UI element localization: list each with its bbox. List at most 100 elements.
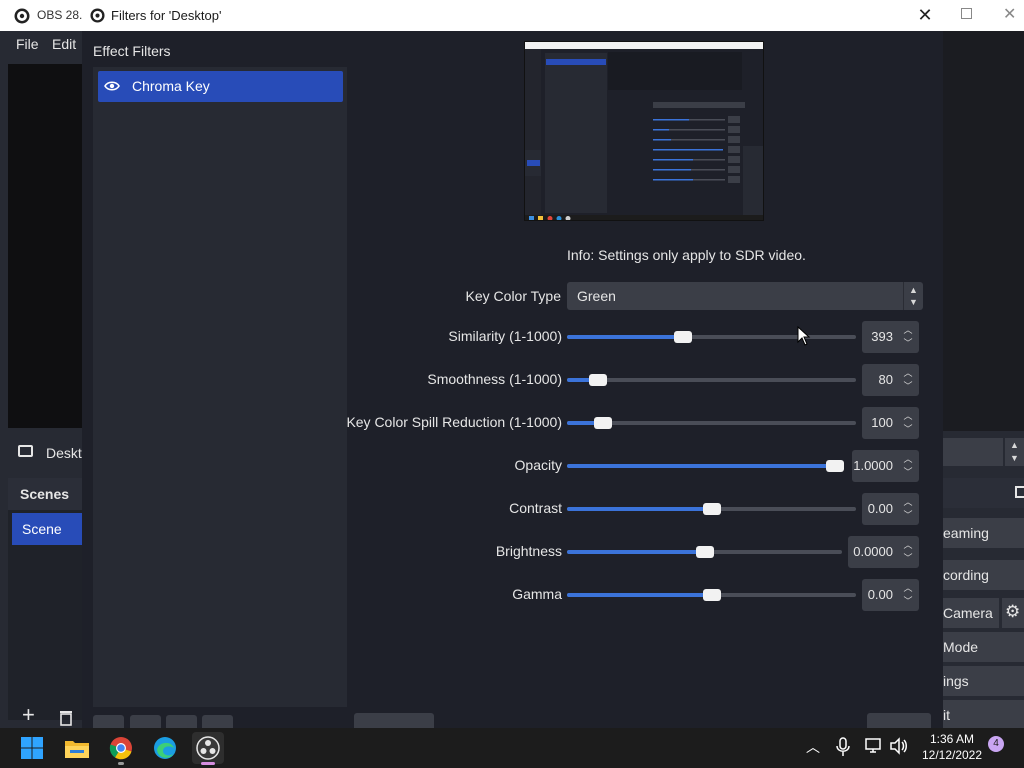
edge-icon: [154, 737, 176, 759]
notification-badge[interactable]: 4: [988, 736, 1004, 752]
scene-item-label: Scene: [22, 521, 62, 537]
opacity-slider-handle[interactable]: [826, 460, 844, 472]
key-color-spill-reduction-slider[interactable]: [567, 417, 856, 429]
spin-arrows-icon[interactable]: ︿ ﹀: [901, 324, 915, 350]
spin-arrows-icon[interactable]: ︿ ﹀: [901, 539, 915, 565]
brightness-slider-handle[interactable]: [695, 546, 714, 558]
select-arrows-icon: ▲ ▼: [903, 282, 923, 310]
close-icon[interactable]: ✕: [1003, 4, 1016, 24]
windows-icon: [21, 737, 43, 759]
scene-item[interactable]: Scene: [12, 513, 82, 545]
add-filter-button[interactable]: [93, 715, 124, 728]
folder-icon: [65, 741, 89, 758]
filter-item-chroma-key[interactable]: Chroma Key: [98, 71, 343, 102]
obs-preview-canvas: [8, 64, 82, 428]
defaults-button[interactable]: [354, 713, 434, 728]
move-filter-up-button[interactable]: [166, 715, 197, 728]
spin-arrows-icon[interactable]: ︿ ﹀: [901, 496, 915, 522]
spin-arrows-icon[interactable]: ︿ ﹀: [901, 367, 915, 393]
clock-time[interactable]: 1:36 AM: [920, 731, 984, 747]
dialog-titlebar: Filters for 'Desktop' ✕: [82, 0, 943, 31]
mouse-cursor-icon: [797, 326, 811, 346]
similarity-slider-handle[interactable]: [673, 331, 692, 343]
settings-button[interactable]: ings: [943, 666, 1024, 696]
source-label: Deskt: [46, 445, 82, 461]
gamma-slider-handle[interactable]: [702, 589, 721, 601]
scenes-header-label: Scenes: [20, 486, 70, 502]
move-filter-down-button[interactable]: [202, 715, 233, 728]
dialog-close-icon[interactable]: ✕: [915, 5, 935, 25]
contrast-slider-handle[interactable]: [702, 503, 721, 515]
gear-icon: ⚙: [1005, 602, 1021, 621]
dock-icon[interactable]: [1015, 486, 1024, 498]
filter-item-label: Chroma Key: [132, 78, 210, 94]
smoothness-slider-handle[interactable]: [588, 374, 607, 386]
virtual-camera-settings-button[interactable]: ⚙: [1002, 598, 1024, 628]
edge-button[interactable]: [149, 732, 181, 764]
opacity-spinbox[interactable]: 1.0000 ︿ ﹀: [852, 450, 919, 482]
filter-list-buttons: [93, 715, 347, 728]
spin-arrows-icon[interactable]: ︿ ﹀: [901, 453, 915, 479]
similarity-label: Similarity (1-1000): [448, 328, 562, 344]
gamma-label: Gamma: [512, 586, 562, 602]
microphone-icon[interactable]: [836, 737, 850, 757]
contrast-slider-fill: [567, 507, 712, 511]
source-properties-field[interactable]: [943, 438, 1003, 466]
key-color-spill-reduction-spinbox[interactable]: 100 ︿ ﹀: [862, 407, 919, 439]
opacity-slider-fill: [567, 464, 835, 468]
smoothness-value: 80: [878, 372, 893, 387]
scenes-header: Scenes: [8, 478, 82, 510]
smoothness-slider[interactable]: [567, 374, 856, 386]
start-recording-button[interactable]: cording: [943, 560, 1024, 590]
gamma-spinbox[interactable]: 0.00 ︿ ﹀: [862, 579, 919, 611]
smoothness-spinbox[interactable]: 80 ︿ ﹀: [862, 364, 919, 396]
spin-arrows-icon[interactable]: ︿ ﹀: [901, 582, 915, 608]
chevron-up-icon[interactable]: ︿: [806, 737, 820, 757]
add-scene-button[interactable]: +: [18, 702, 44, 728]
preview-thumbnail: [525, 42, 763, 220]
network-icon[interactable]: [864, 737, 884, 755]
maximize-icon[interactable]: [961, 8, 972, 19]
key-color-type-select[interactable]: Green ▲ ▼: [567, 282, 923, 310]
spin-arrows-icon[interactable]: ︿ ﹀: [901, 410, 915, 436]
remove-filter-button[interactable]: [130, 715, 161, 728]
contrast-spinbox[interactable]: 0.00 ︿ ﹀: [862, 493, 919, 525]
clock-date[interactable]: 12/12/2022: [920, 747, 984, 763]
obs-icon: [196, 736, 220, 760]
similarity-slider-fill: [567, 335, 683, 339]
source-item[interactable]: Deskt: [8, 434, 82, 470]
file-explorer-button[interactable]: [61, 732, 93, 764]
brightness-slider[interactable]: [567, 546, 842, 558]
chrome-button[interactable]: [105, 732, 137, 765]
obs-logo-icon: [90, 8, 105, 23]
brightness-value: 0.0000: [853, 544, 893, 559]
active-indicator: [201, 762, 215, 765]
start-button[interactable]: [16, 732, 48, 764]
controls-header: [943, 478, 1024, 508]
exit-button[interactable]: it: [943, 700, 1024, 728]
gamma-value: 0.00: [867, 587, 893, 602]
virtual-camera-button[interactable]: Camera: [943, 598, 999, 628]
eye-icon[interactable]: [104, 80, 120, 92]
spin-arrows[interactable]: ▲ ▼: [1005, 438, 1024, 466]
key-color-spill-reduction-slider-handle[interactable]: [594, 417, 613, 429]
studio-mode-button[interactable]: Mode: [943, 632, 1024, 662]
close-dialog-button[interactable]: [867, 713, 931, 728]
start-streaming-button[interactable]: eaming: [943, 518, 1024, 548]
opacity-slider[interactable]: [567, 460, 844, 472]
contrast-label: Contrast: [509, 500, 562, 516]
key-color-type-value: Green: [577, 288, 616, 304]
obs-taskbar-button[interactable]: [192, 732, 224, 765]
menu-edit[interactable]: Edit: [52, 36, 76, 52]
contrast-slider[interactable]: [567, 503, 856, 515]
volume-icon[interactable]: [889, 737, 909, 755]
similarity-spinbox[interactable]: 393 ︿ ﹀: [862, 321, 919, 353]
mixer-area: [943, 31, 1024, 431]
brightness-spinbox[interactable]: 0.0000 ︿ ﹀: [848, 536, 919, 568]
remove-scene-button[interactable]: [54, 704, 78, 728]
smoothness-label: Smoothness (1-1000): [427, 371, 562, 387]
key-color-type-label: Key Color Type: [465, 288, 561, 304]
similarity-slider[interactable]: [567, 331, 856, 343]
gamma-slider[interactable]: [567, 589, 856, 601]
menu-file[interactable]: File: [16, 36, 39, 52]
